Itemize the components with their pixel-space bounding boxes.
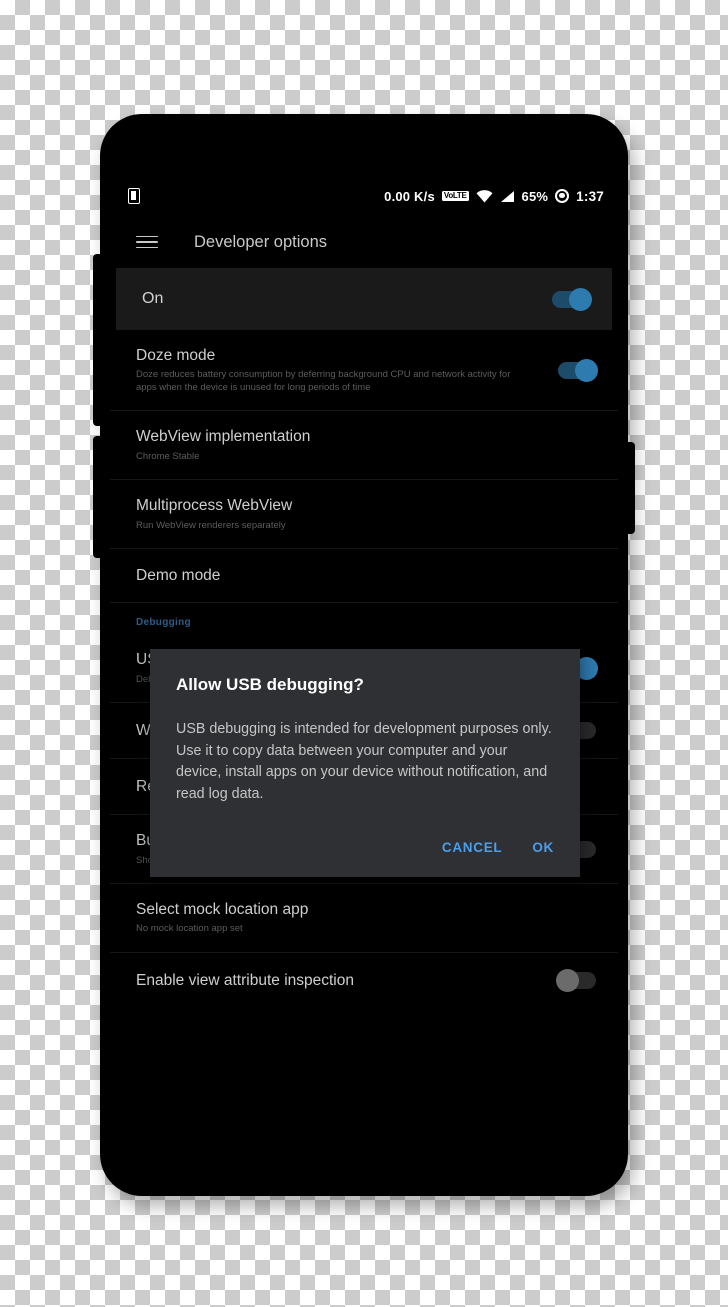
wifi-icon [476,189,493,203]
view-attribute-inspection-toggle[interactable] [556,969,596,993]
status-bar: 0.00 K/s VoLTE 65% 1:37 [110,176,618,216]
list-item-title: Demo mode [136,567,221,585]
settings-list[interactable]: On Doze mode Doze reduces battery consum… [110,268,618,1009]
list-item-subtitle: No mock location app set [136,923,243,935]
usb-notification-icon [128,188,140,204]
ok-button[interactable]: OK [532,840,554,855]
dialog-title: Allow USB debugging? [176,675,364,694]
status-bar-clock: 1:37 [576,188,604,204]
phone-screen: 0.00 K/s VoLTE 65% 1:37 Developer option… [110,176,618,1136]
master-switch-label: On [142,290,164,307]
dialog-message: USB debugging is intended for developmen… [176,721,552,803]
battery-percentage: 65% [521,188,549,204]
doze-mode-toggle[interactable] [558,358,598,382]
list-item[interactable]: Enable view attribute inspection [110,953,618,1009]
list-item-title: WebView implementation [136,428,311,446]
list-item-subtitle: Doze reduces battery consumption by defe… [136,369,511,393]
section-header-debugging: Debugging [136,617,191,629]
network-speed-text: 0.00 K/s [384,188,435,204]
list-item-title: Enable view attribute inspection [136,972,354,990]
hamburger-menu-icon[interactable] [136,235,158,249]
volte-icon: VoLTE [441,190,469,202]
phone-device-frame: 0.00 K/s VoLTE 65% 1:37 Developer option… [93,114,635,1196]
list-item-title: Select mock location app [136,901,309,919]
list-item-title: Multiprocess WebView [136,497,293,515]
alarm-icon [555,189,570,203]
list-item-title: Doze mode [136,347,216,364]
power-button[interactable] [93,436,102,558]
dialog-actions: CANCEL OK [176,840,554,863]
app-bar: Developer options [110,216,618,268]
list-item[interactable]: Demo mode [110,549,618,604]
volume-button[interactable] [93,254,102,426]
list-item[interactable]: WebView implementation Chrome Stable [110,411,618,481]
list-item[interactable]: Doze mode Doze reduces battery consumpti… [110,330,618,412]
master-switch-row[interactable]: On [116,268,612,330]
list-item[interactable]: Select mock location app No mock locatio… [110,884,618,953]
list-item[interactable]: Multiprocess WebView Run WebView rendere… [110,480,618,550]
list-item-subtitle: Run WebView renderers separately [136,519,286,531]
usb-debugging-dialog: Allow USB debugging? USB debugging is in… [150,649,580,877]
list-item-subtitle: Chrome Stable [136,450,200,462]
cancel-button[interactable]: CANCEL [442,840,502,855]
cellular-signal-icon [500,190,515,203]
alert-slider-button[interactable] [626,442,635,534]
page-title: Developer options [194,232,327,251]
master-switch-toggle[interactable] [552,287,592,311]
